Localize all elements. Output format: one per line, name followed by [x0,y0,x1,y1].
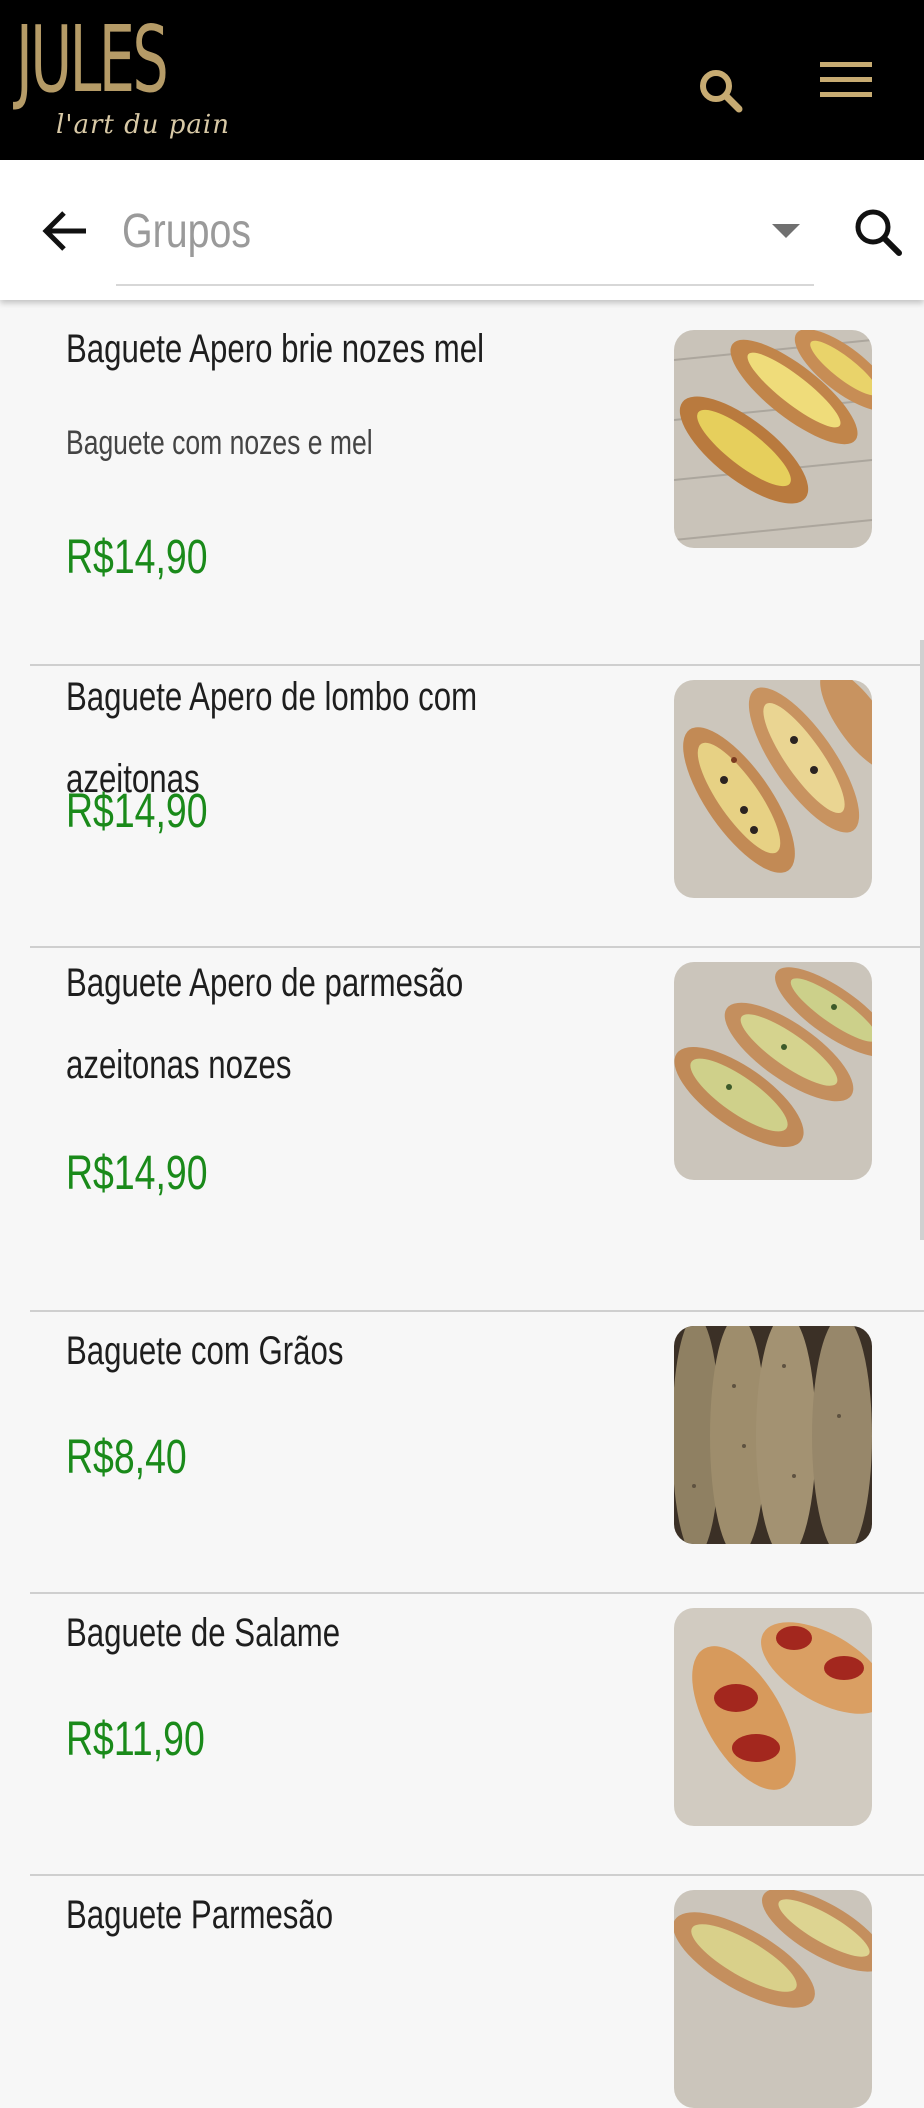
app-header: JULES l'art du pain [0,0,924,160]
product-price: R$14,90 [66,531,208,584]
product-name: Baguete de Salame [66,1611,341,1655]
baguette-parmesao-cheese-photo [674,1890,872,2108]
scroll-edge [920,640,924,1240]
product-item[interactable]: Baguete Apero brie nozes mel Baguete com… [30,300,924,666]
product-price: R$8,40 [66,1431,187,1484]
search-icon[interactable] [852,206,904,258]
product-item[interactable]: Baguete Apero de parmesão azeitonas noze… [30,946,924,1312]
product-price: R$14,90 [66,1147,208,1200]
baguette-salame-photo [674,1608,872,1826]
groups-dropdown[interactable]: Grupos [116,188,814,286]
product-name: Baguete Parmesão [66,1893,334,1937]
baguette-lombo-photo [674,680,872,898]
product-name: Baguete Apero brie nozes mel [66,327,485,371]
hamburger-menu-icon[interactable] [818,60,874,100]
product-price: R$11,90 [66,1713,205,1766]
jules-logo[interactable]: JULES l'art du pain [14,14,254,154]
logo-wordmark: JULES [16,6,169,113]
caret-down-icon [772,224,800,238]
baguette-graos-photo [674,1326,872,1544]
search-icon[interactable] [696,66,744,114]
product-item[interactable]: Baguete Parmesão [30,1874,924,2108]
groups-placeholder: Grupos [122,205,252,258]
product-name: Baguete Apero de parmesão azeitonas noze… [66,961,464,1087]
product-item[interactable]: Baguete com Grãos R$8,40 [30,1310,924,1594]
product-item[interactable]: Baguete de Salame R$11,90 [30,1592,924,1876]
product-item[interactable]: Baguete Apero de lombo com azeitonas R$1… [30,664,924,948]
product-price: R$14,90 [66,785,208,838]
product-description: Baguete com nozes e mel [66,424,373,462]
arrow-left-icon[interactable] [40,205,92,257]
logo-tagline: l'art du pain [56,110,230,140]
baguette-brie-photo [674,330,872,548]
baguette-parmesao-photo [674,962,872,1180]
product-name: Baguete com Grãos [66,1329,344,1373]
